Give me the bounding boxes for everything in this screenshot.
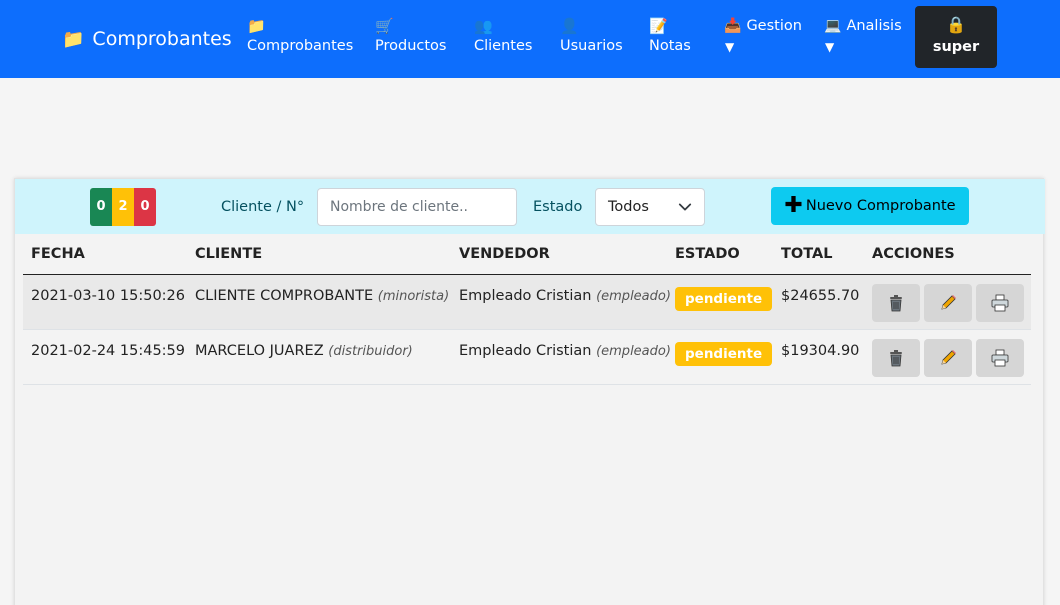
top-navbar: 📁 Comprobantes 📁 Comprobantes 🛒 Producto…	[0, 0, 1060, 78]
col-fecha: FECHA	[31, 246, 85, 262]
estado-select[interactable]: Todos	[595, 188, 705, 226]
brand-label: Comprobantes	[92, 28, 232, 50]
cart-icon: 🛒	[375, 17, 394, 35]
col-estado: ESTADO	[675, 246, 740, 262]
cell-total: $24655.70	[781, 288, 860, 304]
lock-icon: 🔒	[946, 15, 966, 34]
col-cliente: CLIENTE	[195, 246, 263, 262]
delete-button[interactable]	[872, 284, 920, 322]
col-acciones: ACCIONES	[872, 246, 955, 262]
folder-icon: 📁	[62, 28, 85, 50]
status-badge: pendiente	[675, 342, 773, 366]
chevron-down-icon	[678, 203, 692, 211]
filter-toolbar: 0 2 0 Cliente / N° Estado Todos ✚ Nuevo …	[15, 179, 1045, 234]
pencil-icon	[941, 295, 956, 310]
cliente-filter-label: Cliente / N°	[221, 199, 305, 215]
nav-usuarios[interactable]: 👤 Usuarios	[560, 16, 623, 56]
cell-fecha: 2021-03-10 15:50:26	[31, 288, 185, 304]
caret-down-icon: ▼	[725, 40, 735, 54]
nav-label: Comprobantes	[247, 38, 354, 54]
counter-red: 0	[134, 188, 156, 226]
print-button[interactable]	[976, 339, 1024, 377]
print-button[interactable]	[976, 284, 1024, 322]
trash-icon	[890, 295, 902, 312]
vendedor-type: (empleado)	[596, 289, 671, 304]
trash-icon	[890, 350, 902, 367]
brand-link[interactable]: 📁 Comprobantes	[62, 28, 232, 50]
delete-button[interactable]	[872, 339, 920, 377]
cliente-search-input[interactable]	[317, 188, 517, 226]
vendedor-name: Empleado Cristian	[459, 343, 592, 359]
counter-green: 0	[90, 188, 112, 226]
cliente-name: MARCELO JUAREZ	[195, 343, 324, 359]
counter-yellow: 2	[112, 188, 134, 226]
memo-icon: 📝	[649, 17, 668, 35]
printer-icon	[991, 349, 1009, 367]
comprobantes-table: FECHA CLIENTE VENDEDOR ESTADO TOTAL ACCI…	[23, 234, 1031, 385]
nav-comprobantes[interactable]: 📁 Comprobantes	[247, 16, 353, 56]
cliente-type: (distribuidor)	[328, 344, 413, 359]
nav-label: Productos	[375, 38, 447, 54]
nav-label: Clientes	[474, 38, 533, 54]
nav-label: Notas	[649, 38, 691, 54]
people-icon: 👥	[474, 17, 493, 35]
laptop-icon: 💻	[824, 18, 842, 34]
inbox-tray-icon: 📥	[724, 18, 742, 34]
table-row[interactable]: 2021-03-10 15:50:26 CLIENTE COMPROBANTE …	[23, 275, 1031, 330]
col-total: TOTAL	[781, 246, 833, 262]
cliente-type: (minorista)	[377, 289, 450, 304]
dropdown-label: Gestion	[746, 18, 802, 34]
nav-productos[interactable]: 🛒 Productos	[375, 16, 446, 56]
table-row[interactable]: 2021-02-24 15:45:59 MARCELO JUAREZ (dist…	[23, 330, 1031, 385]
status-counters: 0 2 0	[90, 188, 156, 226]
new-button-label: Nuevo Comprobante	[805, 198, 956, 214]
pencil-icon	[941, 350, 956, 365]
cell-cliente: MARCELO JUAREZ (distribuidor)	[195, 343, 413, 359]
comprobantes-card: 0 2 0 Cliente / N° Estado Todos ✚ Nuevo …	[14, 178, 1045, 605]
cell-cliente: CLIENTE COMPROBANTE (minorista)	[195, 288, 449, 304]
nav-gestion-dropdown[interactable]: 📥 Gestion ▼	[724, 16, 802, 54]
caret-down-icon: ▼	[825, 40, 835, 54]
estado-selected-value: Todos	[608, 199, 649, 215]
cell-vendedor: Empleado Cristian (empleado)	[459, 343, 671, 359]
col-vendedor: VENDEDOR	[459, 246, 550, 262]
plus-icon: ✚	[784, 193, 803, 218]
cliente-name: CLIENTE COMPROBANTE	[195, 288, 374, 304]
status-badge: pendiente	[675, 287, 773, 311]
new-comprobante-button[interactable]: ✚ Nuevo Comprobante	[771, 187, 969, 225]
nav-clientes[interactable]: 👥 Clientes	[474, 16, 532, 56]
vendedor-name: Empleado Cristian	[459, 288, 592, 304]
printer-icon	[991, 294, 1009, 312]
user-menu-button[interactable]: 🔒 super	[915, 6, 997, 68]
table-header: FECHA CLIENTE VENDEDOR ESTADO TOTAL ACCI…	[23, 234, 1031, 275]
folder-icon: 📁	[247, 17, 266, 35]
edit-button[interactable]	[924, 284, 972, 322]
estado-filter-label: Estado	[533, 199, 583, 215]
user-label: super	[932, 39, 980, 55]
edit-button[interactable]	[924, 339, 972, 377]
nav-label: Usuarios	[560, 38, 623, 54]
user-icon: 👤	[560, 17, 579, 35]
cell-vendedor: Empleado Cristian (empleado)	[459, 288, 671, 304]
nav-notas[interactable]: 📝 Notas	[649, 16, 691, 56]
vendedor-type: (empleado)	[596, 344, 671, 359]
cell-fecha: 2021-02-24 15:45:59	[31, 343, 185, 359]
dropdown-label: Analisis	[846, 18, 902, 34]
cell-total: $19304.90	[781, 343, 860, 359]
nav-analisis-dropdown[interactable]: 💻 Analisis ▼	[824, 16, 902, 54]
